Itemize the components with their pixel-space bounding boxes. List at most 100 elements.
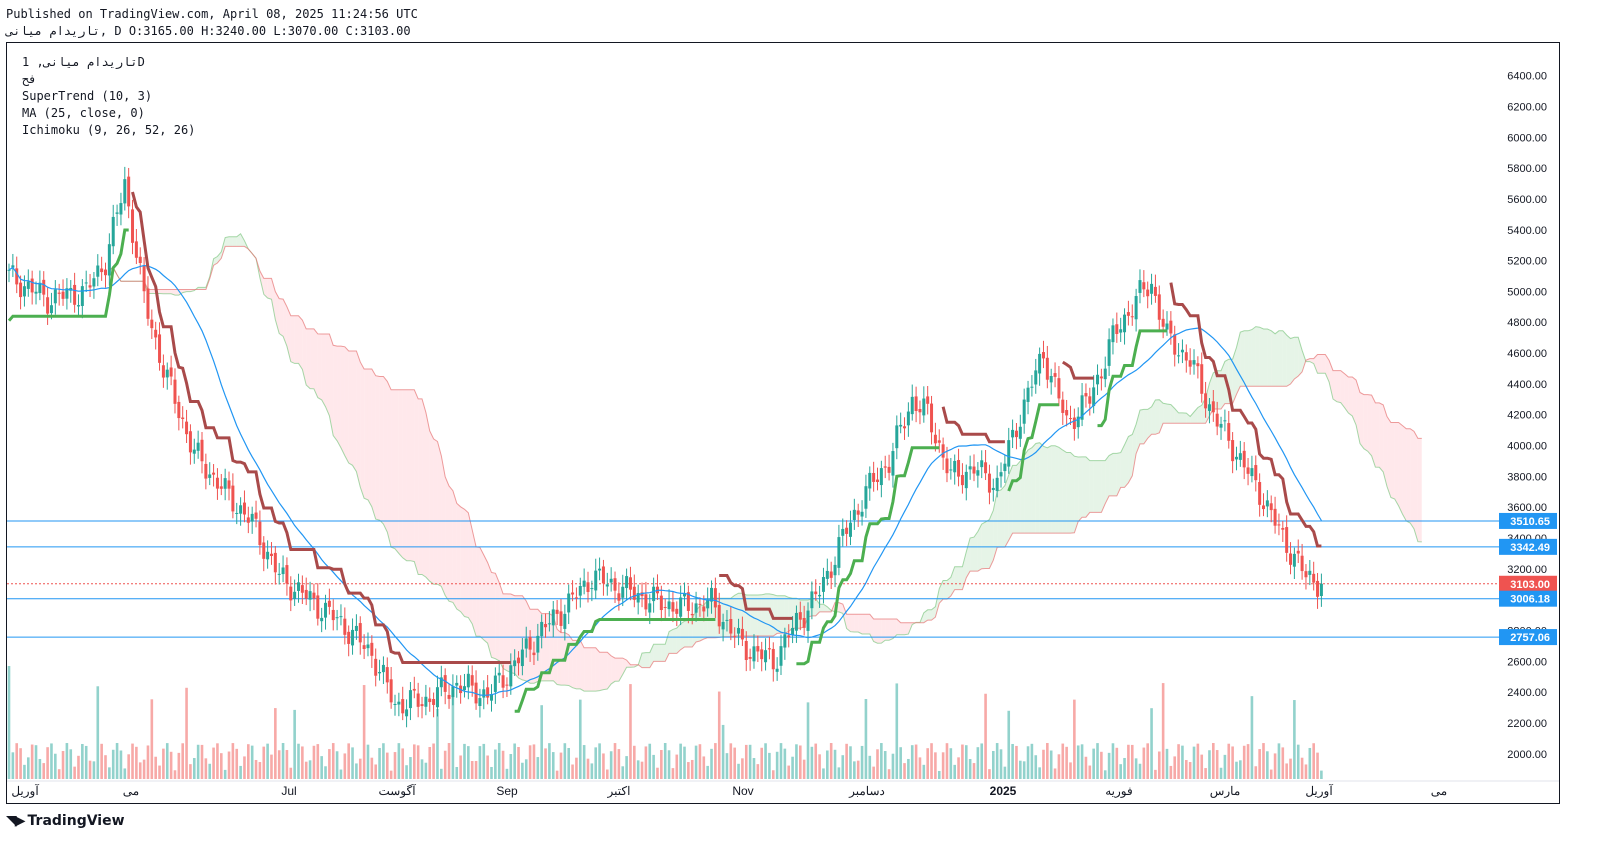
candle-body bbox=[1238, 453, 1242, 460]
price-level-tag-label: 2757.06 bbox=[1510, 632, 1550, 644]
candle-body bbox=[586, 582, 590, 592]
volume-bar bbox=[119, 750, 123, 779]
volume-bar bbox=[1065, 746, 1068, 779]
candle-body bbox=[957, 460, 961, 477]
volume-bar bbox=[1250, 696, 1254, 779]
candle-body bbox=[57, 292, 61, 294]
ichimoku-cloud-segment bbox=[452, 490, 457, 609]
volume-bar bbox=[548, 743, 551, 779]
volume-bar bbox=[563, 743, 567, 779]
ichimoku-cloud-segment bbox=[321, 333, 326, 407]
candle-body bbox=[798, 612, 802, 620]
volume-bar bbox=[949, 748, 953, 779]
chart-frame[interactable]: 2000.002200.002400.002600.002800.003000.… bbox=[6, 42, 1560, 804]
ichimoku-cloud-segment bbox=[1058, 447, 1063, 534]
legend-ma[interactable]: MA (25, close, 0) bbox=[22, 106, 145, 120]
candle-body bbox=[115, 212, 119, 214]
ichimoku-cloud-segment bbox=[1004, 475, 1009, 548]
candle-body bbox=[868, 472, 872, 489]
y-axis-tick-label: 3600.00 bbox=[1507, 502, 1547, 514]
volume-bar bbox=[358, 758, 362, 779]
candle-body bbox=[968, 466, 972, 470]
volume-bar bbox=[1312, 743, 1315, 779]
legend-ichimoku[interactable]: Ichimoku (9, 26, 52, 26) bbox=[22, 123, 195, 137]
volume-bar bbox=[964, 745, 968, 779]
candle-body bbox=[46, 297, 50, 314]
candle-body bbox=[752, 646, 756, 662]
candle-body bbox=[300, 585, 304, 593]
candle-body bbox=[609, 578, 613, 583]
ichimoku-cloud-segment bbox=[1379, 402, 1384, 472]
candle-body bbox=[412, 688, 416, 691]
ichimoku-cloud-segment bbox=[429, 430, 434, 585]
ichimoku-cloud-segment bbox=[1078, 456, 1083, 522]
candle-body bbox=[1169, 320, 1173, 334]
ichimoku-cloud-segment bbox=[398, 389, 403, 558]
volume-bar bbox=[1192, 746, 1196, 779]
volume-bar bbox=[339, 769, 343, 779]
candle-body bbox=[219, 486, 223, 489]
candle-body bbox=[690, 613, 694, 616]
volume-bar bbox=[582, 745, 586, 779]
candle-body bbox=[331, 609, 335, 621]
volume-bar bbox=[687, 762, 690, 779]
candle-body bbox=[914, 396, 918, 411]
ichimoku-cloud-segment bbox=[1278, 330, 1283, 387]
volume-bar bbox=[1138, 763, 1142, 779]
volume-bar bbox=[1289, 758, 1292, 779]
y-axis-tick-label: 5800.00 bbox=[1507, 163, 1547, 175]
price-chart[interactable]: 2000.002200.002400.002600.002800.003000.… bbox=[7, 43, 1559, 803]
candle-body bbox=[1177, 355, 1181, 357]
candle-body bbox=[551, 609, 555, 626]
legend-supertrend[interactable]: SuperTrend (10, 3) bbox=[22, 89, 152, 103]
volume-bar bbox=[1003, 766, 1007, 779]
candle-body bbox=[297, 582, 300, 591]
volume-bar bbox=[606, 769, 609, 779]
volume-bar bbox=[69, 749, 73, 779]
tradingview-logo[interactable]: ◥▶ TradingView bbox=[6, 813, 125, 829]
ichimoku-cloud-segment bbox=[757, 594, 762, 637]
volume-bar bbox=[331, 743, 335, 779]
volume-bar bbox=[544, 748, 547, 779]
candle-body bbox=[34, 291, 38, 294]
volume-bar bbox=[254, 759, 258, 779]
volume-bar bbox=[737, 763, 740, 779]
volume-bar bbox=[648, 743, 652, 779]
ichimoku-cloud-segment bbox=[445, 476, 450, 602]
volume-bar bbox=[1007, 710, 1011, 779]
candle-body bbox=[1049, 376, 1053, 383]
volume-bar bbox=[937, 770, 941, 779]
volume-bar bbox=[914, 744, 918, 779]
volume-bar bbox=[96, 686, 100, 779]
candle-body bbox=[841, 528, 845, 536]
volume-bar bbox=[895, 683, 899, 779]
candle-body bbox=[984, 462, 988, 474]
ichimoku-cloud-segment bbox=[522, 595, 527, 681]
volume-bar bbox=[46, 747, 49, 779]
volume-bar bbox=[393, 752, 397, 779]
volume-bar bbox=[1057, 754, 1061, 779]
price-level-tag-label: 3103.00 bbox=[1510, 579, 1550, 591]
ichimoku-cloud-segment bbox=[877, 618, 882, 644]
volume-bar bbox=[1069, 762, 1072, 779]
candle-body bbox=[351, 629, 355, 646]
volume-bar bbox=[521, 762, 524, 779]
ichimoku-cloud-segment bbox=[1282, 330, 1287, 387]
ichimoku-cloud-segment bbox=[518, 595, 523, 680]
ichimoku-cloud-segment bbox=[225, 236, 230, 247]
candle-body bbox=[536, 635, 540, 653]
volume-bar bbox=[212, 747, 215, 779]
volume-bar bbox=[1269, 769, 1273, 779]
candle-body bbox=[1269, 503, 1273, 511]
candle-body bbox=[671, 602, 675, 612]
candle-body bbox=[1250, 468, 1254, 477]
candle-body bbox=[378, 671, 382, 674]
candle-body bbox=[872, 472, 876, 482]
volume-bar bbox=[517, 747, 520, 779]
volume-bar bbox=[104, 755, 107, 779]
volume-bar bbox=[814, 743, 818, 779]
x-axis-tick-label: فوریه bbox=[1105, 784, 1133, 798]
volume-bar bbox=[486, 755, 489, 779]
candle-body bbox=[520, 649, 524, 667]
volume-bar bbox=[1080, 744, 1084, 779]
